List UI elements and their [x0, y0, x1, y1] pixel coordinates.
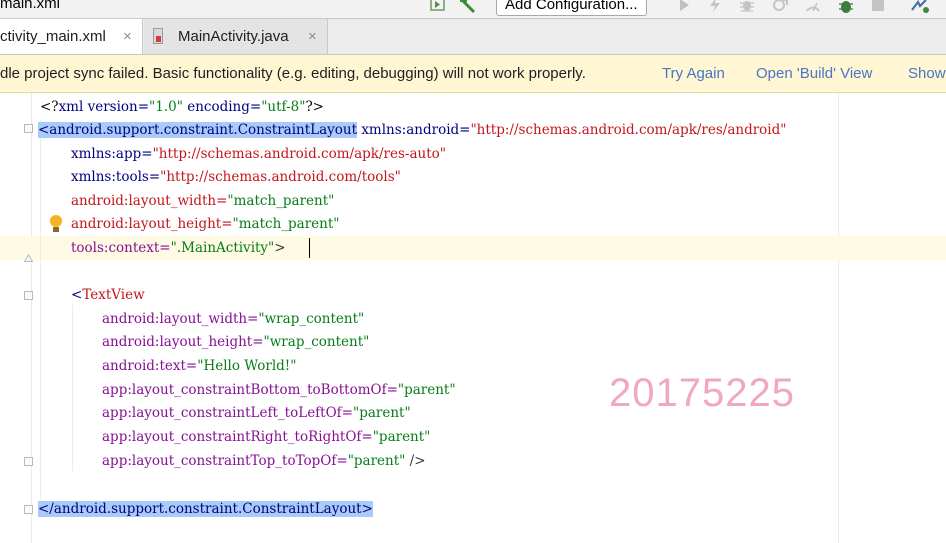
code-token: android:text= — [102, 358, 198, 374]
tab-label: MainActivity.java — [178, 28, 289, 45]
code-token: > — [274, 240, 286, 256]
gradle-sync-notification: dle project sync failed. Basic functiona… — [0, 55, 946, 93]
bug-icon[interactable] — [838, 0, 854, 18]
editor-tabs: ctivity_main.xml × MainActivity.java × — [0, 19, 946, 55]
code-token: ".MainActivity" — [170, 240, 275, 256]
tab-main-activity-java[interactable]: MainActivity.java × — [144, 19, 328, 54]
fold-icon[interactable] — [24, 457, 33, 466]
code-token: app:layout_constraintLeft_toLeftOf= — [102, 405, 353, 421]
code-token: "parent" — [397, 382, 456, 398]
code-token: android:layout_height= — [102, 334, 264, 350]
run-configuration-dropdown[interactable]: Add Configuration... — [496, 0, 647, 16]
code-token: tools:context= — [71, 240, 171, 256]
profiler-icon[interactable] — [805, 0, 821, 16]
code-line-9: <TextView — [71, 283, 145, 307]
bulb-icon[interactable] — [49, 214, 63, 234]
code-token: app:layout_constraintBottom_toBottomOf= — [102, 382, 398, 398]
show-log-link[interactable]: Show — [908, 55, 946, 92]
code-token: "parent" — [352, 405, 411, 421]
code-line-7: tools:context=".MainActivity"> — [71, 236, 286, 260]
tab-label: ctivity_main.xml — [0, 28, 106, 45]
code-line-11: android:layout_height="wrap_content" — [102, 330, 369, 354]
code-token: TextView — [82, 287, 145, 303]
code-token: "wrap_content" — [258, 311, 365, 327]
code-line-6: android:layout_height="match_parent" — [71, 212, 340, 236]
code-token: xml version= — [58, 99, 150, 115]
code-token: /> — [405, 453, 426, 469]
attach-debugger-icon[interactable] — [772, 0, 788, 16]
code-token: app:layout_constraintRight_toRightOf= — [102, 429, 373, 445]
code-token: "http://schemas.android.com/tools" — [160, 169, 401, 185]
code-line-16: app:layout_constraintTop_toTopOf="parent… — [102, 449, 426, 473]
code-line-14: app:layout_constraintLeft_toLeftOf="pare… — [102, 401, 411, 425]
main-toolbar: main.xml Add Configuration... — [0, 0, 946, 19]
fold-icon[interactable] — [24, 505, 33, 514]
code-line-15: app:layout_constraintRight_toRightOf="pa… — [102, 425, 430, 449]
code-line-12: android:text="Hello World!" — [102, 354, 296, 378]
indent-guide — [40, 119, 41, 499]
code-token: "match_parent" — [232, 216, 340, 232]
code-token: android:layout_width= — [102, 311, 259, 327]
sync-icon[interactable] — [910, 0, 930, 18]
run-target-icon[interactable] — [430, 0, 446, 16]
code-token: <? — [40, 99, 59, 115]
code-line-18: </android.support.constraint.ConstraintL… — [38, 497, 373, 521]
code-line-10: android:layout_width="wrap_content" — [102, 307, 364, 331]
code-token: "1.0" — [149, 99, 183, 115]
code-token: encoding= — [182, 99, 262, 115]
code-line-3: xmlns:app="http://schemas.android.com/ap… — [71, 142, 446, 166]
notification-message: dle project sync failed. Basic functiona… — [0, 65, 586, 82]
code-token: "parent" — [347, 453, 406, 469]
right-margin-guide — [838, 93, 839, 543]
code-line-5: android:layout_width="match_parent" — [71, 189, 334, 213]
code-token: "http://schemas.android.com/apk/res/andr… — [470, 122, 787, 138]
gutter-divider — [31, 93, 32, 543]
hammer-icon[interactable] — [459, 0, 477, 18]
code-token: ?> — [305, 99, 324, 115]
code-token: xmlns:android= — [357, 122, 471, 138]
code-token: "match_parent" — [227, 193, 335, 209]
fold-icon[interactable] — [24, 124, 33, 133]
file-breadcrumb[interactable]: main.xml — [0, 0, 60, 12]
code-token: < — [71, 287, 83, 303]
code-token: android:layout_height= — [71, 216, 233, 232]
debug-icon[interactable] — [739, 0, 755, 16]
code-token: </android.support.constraint.ConstraintL… — [38, 501, 373, 517]
indent-guide — [72, 305, 73, 471]
text-caret — [309, 238, 310, 258]
run-icon[interactable] — [677, 0, 691, 16]
close-icon[interactable]: × — [123, 19, 132, 55]
code-token: <android.support.constraint.ConstraintLa… — [38, 122, 358, 138]
code-line-13: app:layout_constraintBottom_toBottomOf="… — [102, 378, 456, 402]
code-line-4: xmlns:tools="http://schemas.android.com/… — [71, 165, 401, 189]
java-file-icon — [153, 28, 163, 44]
code-token: "http://schemas.android.com/apk/res-auto… — [152, 146, 446, 162]
fold-icon[interactable] — [23, 247, 34, 262]
code-token: "wrap_content" — [263, 334, 370, 350]
fold-icon[interactable] — [24, 291, 33, 300]
code-token: xmlns:app= — [71, 146, 153, 162]
try-again-link[interactable]: Try Again — [662, 55, 725, 92]
watermark-text: 20175225 — [609, 371, 795, 415]
stop-icon[interactable] — [871, 0, 885, 16]
code-editor[interactable]: <?xml version="1.0" encoding="utf-8"?> <… — [0, 93, 946, 543]
open-build-view-link[interactable]: Open 'Build' View — [756, 55, 872, 92]
code-token: android:layout_width= — [71, 193, 228, 209]
apply-changes-icon[interactable] — [708, 0, 722, 16]
code-token: "parent" — [372, 429, 431, 445]
tab-activity-main-xml[interactable]: ctivity_main.xml × — [0, 19, 143, 54]
code-token: "Hello World!" — [197, 358, 297, 374]
code-line-1: <?xml version="1.0" encoding="utf-8"?> — [40, 95, 324, 119]
close-icon[interactable]: × — [308, 19, 317, 55]
code-line-2: <android.support.constraint.ConstraintLa… — [38, 118, 786, 142]
code-token: app:layout_constraintTop_toTopOf= — [102, 453, 348, 469]
code-token: xmlns:tools= — [71, 169, 161, 185]
code-token: "utf-8" — [261, 99, 306, 115]
